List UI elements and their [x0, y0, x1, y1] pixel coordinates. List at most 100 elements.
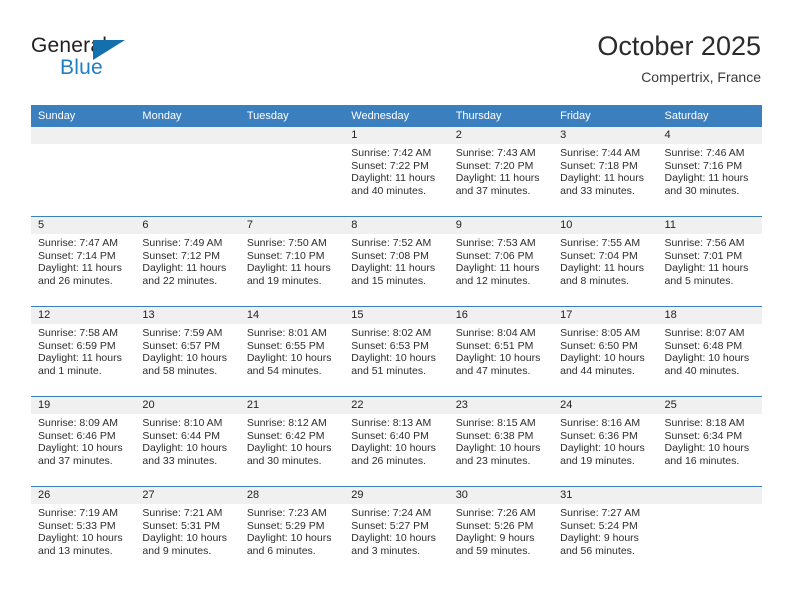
cell-inner: 4 Sunrise: 7:46 AM Sunset: 7:16 PM Daylight…: [657, 127, 762, 216]
calendar-cell-day-20[interactable]: 20 Sunrise: 8:10 AM Sunset: 6:44 PM Dayligh…: [135, 396, 240, 487]
cell-inner: 3 Sunrise: 7:44 AM Sunset: 7:18 PM Daylight…: [553, 127, 658, 216]
calendar-week-row: 12 Sunrise: 7:58 AM Sunset: 6:59 PM Dayligh…: [31, 306, 762, 397]
calendar-cell-day-4[interactable]: 4 Sunrise: 7:46 AM Sunset: 7:16 PM Daylight…: [657, 127, 762, 217]
daylight-text-line1: Daylight: 11 hours: [351, 262, 436, 275]
daylight-text-line2: and 16 minutes.: [664, 454, 740, 467]
sunset-text: Sunset: 5:26 PM: [455, 519, 534, 532]
daylight-text-line1: Daylight: 10 hours: [664, 352, 750, 365]
calendar-cell-day-3[interactable]: 3 Sunrise: 7:44 AM Sunset: 7:18 PM Daylight…: [553, 127, 658, 217]
daylight-text-line1: Daylight: 9 hours: [455, 532, 535, 545]
day-details: Sunrise: 8:15 AM Sunset: 6:38 PM Daylight:…: [449, 414, 553, 467]
calendar-cell-day-11[interactable]: 11 Sunrise: 7:56 AM Sunset: 7:01 PM Dayligh…: [657, 216, 762, 307]
month-calendar: Sunday Monday Tuesday Wednesday Thursday Frid…: [31, 105, 762, 576]
day-details: Sunrise: 8:09 AM Sunset: 6:46 PM Daylight:…: [31, 414, 135, 467]
daylight-text-line2: and 19 minutes.: [246, 274, 322, 287]
calendar-cell-day-14[interactable]: 14 Sunrise: 8:01 AM Sunset: 6:55 PM Dayligh…: [239, 306, 345, 397]
daylight-text-line2: and 9 minutes.: [142, 544, 212, 557]
day-details: Sunrise: 7:27 AM Sunset: 5:24 PM Daylight:…: [553, 504, 657, 557]
day-details: Sunrise: 7:53 AM Sunset: 7:06 PM Daylight:…: [449, 234, 553, 287]
cell-inner: 28 Sunrise: 7:23 AM Sunset: 5:29 PM Dayligh…: [239, 487, 345, 576]
calendar-cell-day-15[interactable]: 15 Sunrise: 8:02 AM Sunset: 6:53 PM Dayligh…: [344, 306, 449, 397]
sunset-text: Sunset: 7:14 PM: [38, 249, 116, 262]
calendar-cell-day-30[interactable]: 30 Sunrise: 7:26 AM Sunset: 5:26 PM Dayligh…: [448, 486, 554, 576]
daylight-text-line2: and 30 minutes.: [664, 184, 740, 197]
title-block: October 2025 Compertrix, France: [597, 30, 761, 87]
day-details: Sunrise: 7:21 AM Sunset: 5:31 PM Daylight:…: [135, 504, 239, 557]
day-number: [239, 127, 345, 144]
day-number: 11: [657, 217, 762, 234]
sunset-text: Sunset: 6:59 PM: [38, 339, 116, 352]
calendar-cell-day-6[interactable]: 6 Sunrise: 7:49 AM Sunset: 7:12 PM Daylight…: [135, 216, 240, 307]
daylight-text-line2: and 22 minutes.: [142, 274, 218, 287]
daylight-text-line2: and 47 minutes.: [455, 364, 531, 377]
calendar-cell-day-27[interactable]: 27 Sunrise: 7:21 AM Sunset: 5:31 PM Dayligh…: [135, 486, 240, 576]
weekday-header-wednesday: Wednesday: [344, 105, 449, 127]
calendar-cell-day-26[interactable]: 26 Sunrise: 7:19 AM Sunset: 5:33 PM Dayligh…: [31, 486, 136, 576]
daylight-text-line2: and 58 minutes.: [142, 364, 218, 377]
daylight-text-line2: and 56 minutes.: [560, 544, 635, 557]
calendar-cell-day-23[interactable]: 23 Sunrise: 8:15 AM Sunset: 6:38 PM Dayligh…: [448, 396, 554, 487]
day-details: Sunrise: 8:13 AM Sunset: 6:40 PM Daylight:…: [344, 414, 448, 467]
calendar-cell-day-28[interactable]: 28 Sunrise: 7:23 AM Sunset: 5:29 PM Dayligh…: [239, 486, 345, 576]
day-number: 22: [344, 397, 449, 414]
sunrise-text: Sunrise: 7:49 AM: [142, 237, 223, 249]
day-details: Sunrise: 7:46 AM Sunset: 7:16 PM Daylight:…: [658, 144, 762, 197]
calendar-cell-day-9[interactable]: 9 Sunrise: 7:53 AM Sunset: 7:06 PM Daylight…: [448, 216, 554, 307]
calendar-cell-day-17[interactable]: 17 Sunrise: 8:05 AM Sunset: 6:50 PM Dayligh…: [553, 306, 658, 397]
calendar-cell-day-31[interactable]: 31 Sunrise: 7:27 AM Sunset: 5:24 PM Dayligh…: [553, 486, 658, 576]
calendar-week-row: 5 Sunrise: 7:47 AM Sunset: 7:14 PM Daylight…: [31, 216, 762, 307]
calendar-cell-day-8[interactable]: 8 Sunrise: 7:52 AM Sunset: 7:08 PM Daylight…: [344, 216, 449, 307]
sunset-text: Sunset: 7:04 PM: [560, 249, 638, 262]
calendar-cell-day-22[interactable]: 22 Sunrise: 8:13 AM Sunset: 6:40 PM Dayligh…: [344, 396, 449, 487]
daylight-text-line2: and 26 minutes.: [351, 454, 426, 467]
daylight-text-line2: and 5 minutes.: [664, 274, 734, 287]
daylight-text-line1: Daylight: 11 hours: [142, 262, 227, 275]
day-details: Sunrise: 7:19 AM Sunset: 5:33 PM Daylight:…: [31, 504, 135, 557]
sunset-text: Sunset: 7:20 PM: [455, 159, 534, 172]
daylight-text-line1: Daylight: 10 hours: [455, 352, 541, 365]
day-number: 21: [239, 397, 345, 414]
calendar-cell-day-29[interactable]: 29 Sunrise: 7:24 AM Sunset: 5:27 PM Dayligh…: [344, 486, 449, 576]
calendar-cell-day-5[interactable]: 5 Sunrise: 7:47 AM Sunset: 7:14 PM Daylight…: [31, 216, 136, 307]
daylight-text-line2: and 54 minutes.: [246, 364, 322, 377]
daylight-text-line2: and 12 minutes.: [455, 274, 531, 287]
day-details: Sunrise: 7:58 AM Sunset: 6:59 PM Daylight:…: [31, 324, 135, 377]
cell-inner: 8 Sunrise: 7:52 AM Sunset: 7:08 PM Daylight…: [344, 217, 449, 306]
sunrise-text: Sunrise: 7:47 AM: [38, 237, 118, 249]
sunset-text: Sunset: 6:34 PM: [664, 429, 743, 442]
cell-inner: 22 Sunrise: 8:13 AM Sunset: 6:40 PM Dayligh…: [344, 397, 449, 486]
sunrise-text: Sunrise: 8:18 AM: [664, 417, 745, 429]
calendar-cell-day-25[interactable]: 25 Sunrise: 8:18 AM Sunset: 6:34 PM Dayligh…: [657, 396, 762, 487]
sunset-text: Sunset: 5:27 PM: [351, 519, 429, 532]
day-details: Sunrise: 8:12 AM Sunset: 6:42 PM Daylight:…: [240, 414, 344, 467]
calendar-cell-day-21[interactable]: 21 Sunrise: 8:12 AM Sunset: 6:42 PM Dayligh…: [239, 396, 345, 487]
calendar-cell-day-1[interactable]: 1 Sunrise: 7:42 AM Sunset: 7:22 PM Daylight…: [344, 127, 449, 217]
cell-inner: 10 Sunrise: 7:55 AM Sunset: 7:04 PM Dayligh…: [553, 217, 658, 306]
calendar-cell-day-2[interactable]: 2 Sunrise: 7:43 AM Sunset: 7:20 PM Daylight…: [448, 127, 554, 217]
calendar-week-row: 1 Sunrise: 7:42 AM Sunset: 7:22 PM Daylight…: [31, 127, 762, 217]
sunrise-text: Sunrise: 8:05 AM: [560, 327, 641, 339]
calendar-cell-day-19[interactable]: 19 Sunrise: 8:09 AM Sunset: 6:46 PM Dayligh…: [31, 396, 136, 487]
daylight-text-line1: Daylight: 11 hours: [560, 172, 644, 185]
day-number: 29: [344, 487, 449, 504]
cell-inner: 9 Sunrise: 7:53 AM Sunset: 7:06 PM Daylight…: [448, 217, 554, 306]
cell-inner: [135, 127, 240, 216]
sunrise-text: Sunrise: 8:10 AM: [142, 417, 223, 429]
calendar-cell-day-16[interactable]: 16 Sunrise: 8:04 AM Sunset: 6:51 PM Dayligh…: [448, 306, 554, 397]
day-number: [135, 127, 240, 144]
calendar-cell-day-10[interactable]: 10 Sunrise: 7:55 AM Sunset: 7:04 PM Dayligh…: [553, 216, 658, 307]
calendar-cell-day-7[interactable]: 7 Sunrise: 7:50 AM Sunset: 7:10 PM Daylight…: [239, 216, 345, 307]
sunset-text: Sunset: 6:44 PM: [142, 429, 221, 442]
daylight-text-line2: and 8 minutes.: [560, 274, 629, 287]
calendar-cell-day-18[interactable]: 18 Sunrise: 8:07 AM Sunset: 6:48 PM Dayligh…: [657, 306, 762, 397]
daylight-text-line1: Daylight: 11 hours: [455, 172, 540, 185]
cell-inner: [239, 127, 345, 216]
calendar-cell-day-24[interactable]: 24 Sunrise: 8:16 AM Sunset: 6:36 PM Dayligh…: [553, 396, 658, 487]
calendar-cell-day-13[interactable]: 13 Sunrise: 7:59 AM Sunset: 6:57 PM Dayligh…: [135, 306, 240, 397]
daylight-text-line1: Daylight: 11 hours: [351, 172, 436, 185]
cell-inner: 20 Sunrise: 8:10 AM Sunset: 6:44 PM Dayligh…: [135, 397, 240, 486]
daylight-text-line1: Daylight: 11 hours: [560, 262, 644, 275]
weekday-header-tuesday: Tuesday: [239, 105, 345, 127]
daylight-text-line2: and 37 minutes.: [38, 454, 113, 467]
calendar-cell-day-12[interactable]: 12 Sunrise: 7:58 AM Sunset: 6:59 PM Dayligh…: [31, 306, 136, 397]
